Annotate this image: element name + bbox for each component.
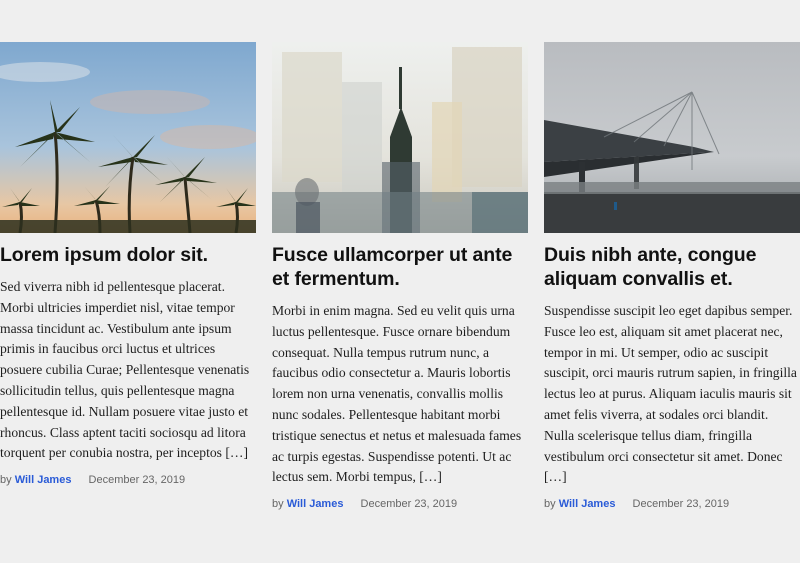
post-meta: by Will James December 23, 2019 [272, 498, 528, 510]
byline-prefix: by [0, 474, 12, 487]
foggy-bridge-photo [544, 42, 800, 233]
post-date: December 23, 2019 [632, 498, 730, 511]
post-thumbnail-link[interactable] [272, 42, 528, 233]
author-link[interactable]: Will James [15, 474, 72, 486]
post-thumbnail-link[interactable] [544, 42, 800, 233]
post-excerpt: Suspendisse suscipit leo eget dapibus se… [544, 303, 797, 485]
post-card: Fusce ullamcorper ut ante et fermentum. … [272, 42, 528, 510]
palm-trees-photo [0, 42, 256, 233]
post-meta: by Will James December 23, 2019 [0, 474, 256, 486]
post-thumbnail-link[interactable] [0, 42, 256, 233]
post-excerpt: Sed viverra nibh id pellentesque placera… [0, 279, 250, 461]
post-card: Lorem ipsum dolor sit. Sed viverra nibh … [0, 42, 256, 486]
byline-prefix: by [272, 498, 284, 511]
city-double-exposure-photo [272, 42, 528, 233]
post-date: December 23, 2019 [88, 474, 186, 487]
author-link[interactable]: Will James [287, 498, 344, 510]
post-title[interactable]: Duis nibh ante, congue aliquam convallis… [544, 243, 800, 291]
byline-prefix: by [544, 498, 556, 511]
post-excerpt: Morbi in enim magna. Sed eu velit quis u… [272, 303, 522, 485]
post-title[interactable]: Fusce ullamcorper ut ante et fermentum. [272, 243, 528, 291]
author-link[interactable]: Will James [559, 498, 616, 510]
post-grid: Lorem ipsum dolor sit. Sed viverra nibh … [0, 42, 800, 522]
post-meta: by Will James December 23, 2019 [544, 498, 800, 510]
post-title[interactable]: Lorem ipsum dolor sit. [0, 243, 256, 267]
post-date: December 23, 2019 [360, 498, 458, 511]
post-card: Duis nibh ante, congue aliquam convallis… [544, 42, 800, 510]
